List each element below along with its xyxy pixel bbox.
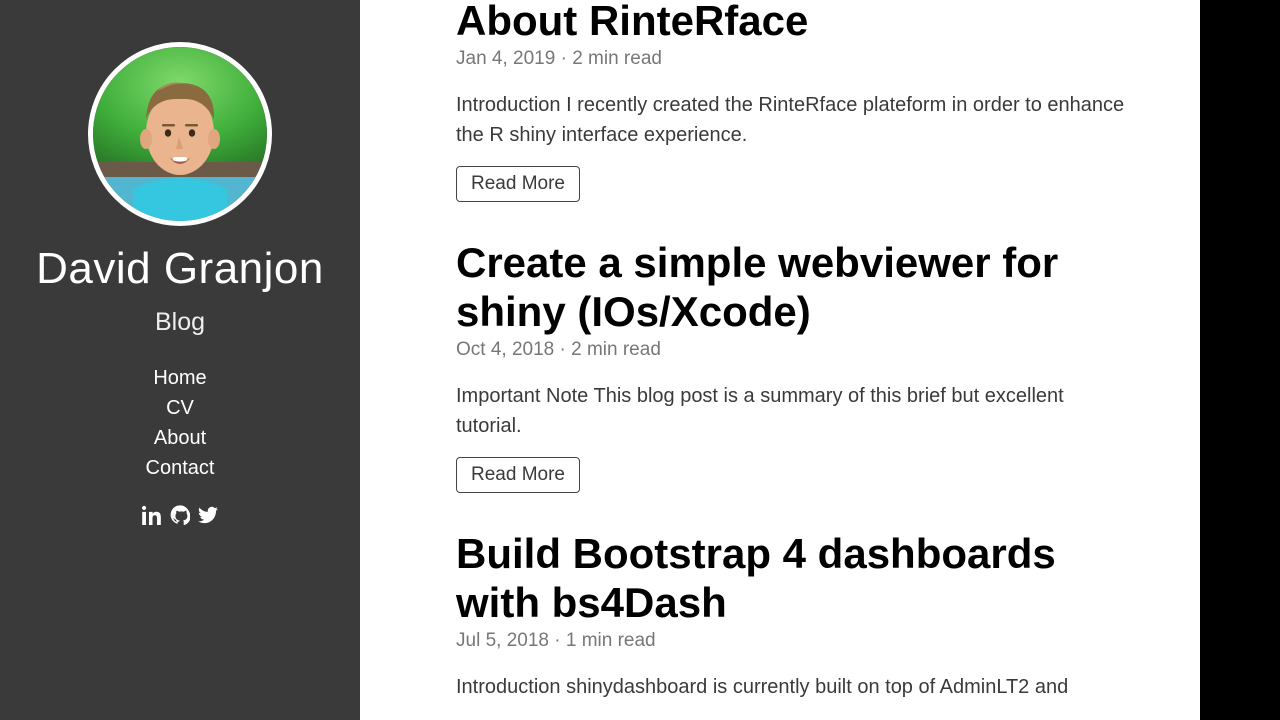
nav-link-home[interactable]: Home <box>0 363 360 393</box>
post: Build Bootstrap 4 dashboards with bs4Das… <box>456 529 1130 702</box>
post-meta: Jan 4, 2019 · 2 min read <box>456 48 1130 70</box>
site-author-name: David Granjon <box>0 244 360 294</box>
twitter-icon[interactable] <box>198 505 218 530</box>
post-title: About RinteRface <box>456 0 1130 46</box>
post: About RinteRface Jan 4, 2019 · 2 min rea… <box>456 0 1130 202</box>
social-links <box>0 505 360 530</box>
site-subtitle: Blog <box>0 308 360 337</box>
nav-link-about[interactable]: About <box>0 423 360 453</box>
nav-link-cv[interactable]: CV <box>0 393 360 423</box>
sidebar-nav: Home CV About Contact <box>0 363 360 483</box>
read-more-button[interactable]: Read More <box>456 166 580 202</box>
post-meta: Oct 4, 2018 · 2 min read <box>456 339 1130 361</box>
post-excerpt: Important Note This blog post is a summa… <box>456 381 1130 441</box>
post-excerpt: Introduction shinydashboard is currently… <box>456 672 1130 702</box>
post-title: Create a simple webviewer for shiny (IOs… <box>456 238 1130 337</box>
sidebar: David Granjon Blog Home CV About Contact <box>0 0 360 720</box>
main-content: About RinteRface Jan 4, 2019 · 2 min rea… <box>360 0 1200 720</box>
nav-link-contact[interactable]: Contact <box>0 453 360 483</box>
avatar <box>88 42 272 226</box>
linkedin-icon[interactable] <box>142 505 162 530</box>
post-excerpt: Introduction I recently created the Rint… <box>456 90 1130 150</box>
post: Create a simple webviewer for shiny (IOs… <box>456 238 1130 493</box>
post-title: Build Bootstrap 4 dashboards with bs4Das… <box>456 529 1130 628</box>
github-icon[interactable] <box>170 505 190 530</box>
post-title-link[interactable]: Build Bootstrap 4 dashboards with bs4Das… <box>456 530 1056 627</box>
post-meta: Jul 5, 2018 · 1 min read <box>456 630 1130 652</box>
post-title-link[interactable]: About RinteRface <box>456 0 808 44</box>
read-more-button[interactable]: Read More <box>456 457 580 493</box>
post-title-link[interactable]: Create a simple webviewer for shiny (IOs… <box>456 239 1058 336</box>
